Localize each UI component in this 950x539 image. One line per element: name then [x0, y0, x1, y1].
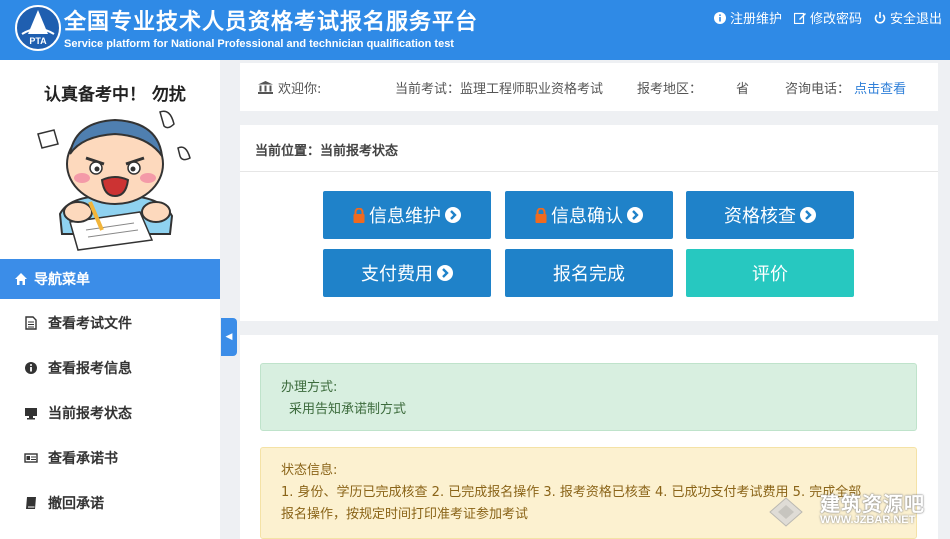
welcome-text: 欢迎你:: [258, 78, 321, 97]
step-label: 信息维护: [369, 206, 441, 227]
phone-label: 咨询电话：: [785, 81, 851, 97]
step-label: 资格核查: [724, 206, 796, 227]
status-panel: 当前位置：当前报考状态 信息维护 信息确认 资格核查 支付费用 报名完成 评价: [240, 125, 938, 321]
step-label: 评价: [752, 264, 788, 285]
sidebar: 认真备考中！ 勿扰 导航菜单 查看考试文件 查看报考信息 当前报考状态 查看承诺…: [0, 60, 220, 539]
change-password-link[interactable]: 修改密码: [793, 8, 862, 27]
step-registration-complete-button[interactable]: 报名完成: [505, 249, 673, 297]
step-label: 支付费用: [361, 264, 433, 285]
info-icon: [713, 11, 726, 24]
register-maintain-link[interactable]: 注册维护: [713, 8, 782, 27]
pta-logo: PTA: [15, 5, 61, 51]
site-subtitle: Service platform for National Profession…: [64, 38, 454, 50]
info-bar: 欢迎你: 当前考试：监理工程师职业资格考试 报考地区： 省 咨询电话： 点击查看: [240, 63, 938, 111]
logo-text: PTA: [29, 36, 47, 46]
sidebar-item-current-status[interactable]: 当前报考状态: [0, 390, 220, 435]
province-value: 省: [736, 81, 750, 97]
welcome-label: 欢迎你:: [278, 81, 322, 97]
breadcrumb: 当前位置：当前报考状态: [255, 144, 399, 159]
sidebar-item-label: 查看承诺书: [48, 450, 118, 467]
file-icon: [25, 315, 37, 330]
sidebar-item-exam-info[interactable]: 查看报考信息: [0, 345, 220, 390]
studying-boy-illustration: [37, 110, 191, 251]
method-title: 办理方式:: [281, 380, 338, 395]
lock-icon: [535, 207, 547, 223]
logout-link[interactable]: 安全退出: [874, 8, 942, 27]
edit-icon: [793, 12, 806, 24]
nav-menu-header: 导航菜单: [0, 259, 220, 299]
phone-info: 咨询电话： 点击查看: [785, 78, 906, 97]
region-label: 报考地区：: [637, 81, 703, 97]
status-title: 状态信息:: [281, 463, 338, 478]
info-icon: [25, 361, 37, 374]
watermark-url: WWW.JZBAR.NET: [820, 514, 916, 526]
header-bar: PTA 全国专业技术人员资格考试报名服务平台 Service platform …: [0, 0, 950, 60]
step-info-maintain-button[interactable]: 信息维护: [323, 191, 491, 239]
register-maintain-label: 注册维护: [729, 12, 782, 27]
watermark-text: 建筑资源吧: [820, 492, 925, 516]
sidebar-item-withdraw[interactable]: 撤回承诺: [0, 480, 220, 525]
step-label: 报名完成: [553, 264, 625, 285]
home-icon: [15, 273, 27, 285]
logout-label: 安全退出: [889, 12, 942, 27]
change-password-label: 修改密码: [809, 12, 862, 27]
divider: [240, 171, 938, 172]
method-alert: 办理方式: 采用告知承诺制方式: [260, 363, 917, 431]
chevron-left-icon: ◀: [225, 332, 233, 342]
arrow-right-circle-icon: [800, 207, 816, 223]
bank-icon: [258, 80, 273, 94]
nav-menu-label: 导航菜单: [34, 272, 90, 288]
monitor-icon: [25, 407, 37, 419]
book-icon: [26, 496, 36, 509]
step-qualification-check-button[interactable]: 资格核查: [686, 191, 854, 239]
current-exam: 当前考试：监理工程师职业资格考试: [395, 81, 604, 97]
sidebar-collapse-toggle[interactable]: ◀: [221, 318, 237, 356]
sidebar-item-commitment[interactable]: 查看承诺书: [0, 435, 220, 480]
step-pay-fee-button[interactable]: 支付费用: [323, 249, 491, 297]
sidebar-item-exam-files[interactable]: 查看考试文件: [0, 300, 220, 345]
site-title: 全国专业技术人员资格考试报名服务平台: [64, 10, 479, 35]
mascot-title: 认真备考中！ 勿扰: [44, 85, 186, 105]
power-icon: [874, 11, 886, 24]
arrow-right-circle-icon: [445, 207, 461, 223]
lock-icon: [353, 207, 365, 223]
card-icon: [24, 452, 38, 463]
phone-view-link[interactable]: 点击查看: [854, 82, 906, 97]
method-value: 采用告知承诺制方式: [289, 402, 407, 417]
step-evaluate-button[interactable]: 评价: [686, 249, 854, 297]
sidebar-item-label: 查看考试文件: [48, 315, 132, 332]
sidebar-item-label: 撤回承诺: [48, 495, 104, 512]
sidebar-item-label: 当前报考状态: [48, 405, 132, 422]
arrow-right-circle-icon: [627, 207, 643, 223]
arrow-right-circle-icon: [437, 265, 453, 281]
step-label: 信息确认: [551, 206, 623, 227]
step-info-confirm-button[interactable]: 信息确认: [505, 191, 673, 239]
sidebar-item-label: 查看报考信息: [48, 360, 132, 377]
